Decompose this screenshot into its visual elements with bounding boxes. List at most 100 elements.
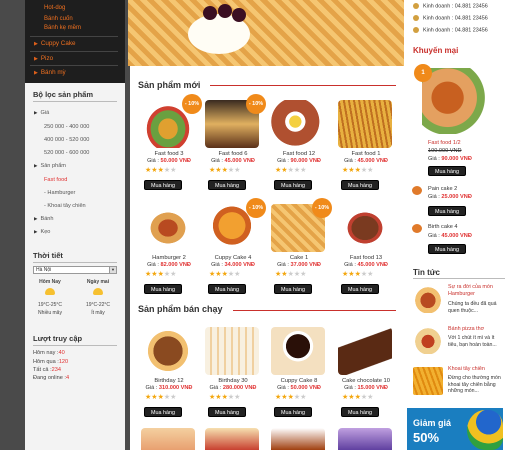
product-name[interactable]: Fast food 1 (335, 151, 397, 157)
product-name[interactable]: Cuppy Cake 8 (268, 378, 330, 384)
filter-price[interactable]: ▶ Giá (34, 110, 49, 116)
product-name[interactable]: Fast food 13 (335, 255, 397, 261)
chevron-down-icon[interactable]: ▼ (109, 267, 116, 273)
product-card[interactable]: Cake chocolate 10 Giá : 15.000 VNĐ ★★★★★ Mu… (335, 327, 397, 429)
product-card[interactable]: Fast food 1 Giá : 45.000 VNĐ ★★★★★ Mua hàng (335, 100, 397, 202)
menu-item-cuppy-cake[interactable]: ▶ Cuppy Cake (34, 40, 118, 47)
product-image[interactable] (338, 204, 392, 252)
menu-subitem-banh-cuon[interactable]: Bánh cuốn (44, 16, 73, 22)
news-image[interactable] (413, 326, 443, 354)
filter-price-range-3[interactable]: 520 000 - 600 000 (44, 150, 89, 156)
news-image[interactable] (413, 367, 443, 395)
promo-image[interactable] (422, 68, 486, 134)
product-card[interactable]: Fast food 12 Giá : 90.000 VNĐ ★★★★★ Mua hàn… (268, 100, 330, 202)
buy-button[interactable]: Mua hàng (428, 166, 466, 176)
star-icon[interactable]: ★ (367, 167, 373, 174)
product-image[interactable] (271, 100, 325, 148)
star-icon[interactable]: ★ (234, 167, 240, 174)
buy-button[interactable]: Mua hàng (428, 244, 466, 254)
buy-button[interactable]: Mua hàng (208, 407, 246, 417)
rating-stars[interactable]: ★★★★★ (342, 270, 373, 278)
rating-stars[interactable]: ★★★★★ (275, 393, 306, 401)
product-image[interactable] (271, 327, 325, 375)
star-icon[interactable]: ★ (300, 271, 306, 278)
news-image[interactable] (413, 285, 443, 313)
star-icon[interactable]: ★ (234, 394, 240, 401)
star-icon[interactable]: ★ (170, 167, 176, 174)
product-card[interactable]: - 10% Fast food 3 Giá : 50.000 VNĐ ★★★★★ Mua… (138, 94, 202, 202)
filter-category[interactable]: ▶ Sản phẩm (34, 163, 66, 169)
product-card[interactable]: Birthday 30 Giá : 280.000 VNĐ ★★★★★ Mua hàn… (202, 327, 264, 429)
menu-subitem-hotdog[interactable]: Hot-dog (44, 5, 65, 11)
buy-button[interactable]: Mua hàng (208, 284, 246, 294)
star-icon[interactable]: ★ (234, 271, 240, 278)
product-card[interactable]: Hamburger 2 Giá : 82.000 VNĐ ★★★★★ Mua hàng (138, 204, 200, 306)
product-image[interactable] (141, 204, 195, 252)
rating-stars[interactable]: ★★★★★ (209, 393, 240, 401)
rating-stars[interactable]: ★★★★★ (275, 166, 306, 174)
rating-stars[interactable]: ★★★★★ (275, 270, 306, 278)
product-name[interactable]: Hamburger 2 (138, 255, 200, 261)
buy-button[interactable]: Mua hàng (144, 407, 182, 417)
product-name[interactable]: Fast food 6 (202, 151, 264, 157)
city-select[interactable]: Hà Nội ▼ (33, 266, 117, 274)
product-card[interactable]: Cuppy Cake 8 Giá : 50.000 VNĐ ★★★★★ Mua hàn… (268, 327, 330, 429)
rating-stars[interactable]: ★★★★★ (342, 393, 373, 401)
product-card[interactable]: - 10% Fast food 6 Giá : 45.000 VNĐ ★★★★★ Mua… (202, 94, 266, 202)
star-icon[interactable]: ★ (170, 271, 176, 278)
product-card[interactable]: Birthday 12 Giá : 310.000 VNĐ ★★★★★ Mua hàn… (138, 327, 200, 429)
filter-category-hamburger[interactable]: - Hamburger (44, 190, 75, 196)
product-image[interactable] (141, 327, 195, 375)
star-icon[interactable]: ★ (300, 394, 306, 401)
rating-stars[interactable]: ★★★★★ (145, 270, 176, 278)
filter-category-fast-food[interactable]: Fast food (44, 177, 67, 183)
news-1-title[interactable]: Sự ra đời của món Hamburger (448, 284, 504, 297)
product-card[interactable]: - 10% Cuppy Cake 4 Giá : 34.000 VNĐ ★★★★★ Mu… (202, 198, 266, 306)
star-icon[interactable]: ★ (367, 271, 373, 278)
promo-item-2-name[interactable]: Pain cake 2 (428, 186, 457, 192)
product-name[interactable]: Cake 1 (268, 255, 330, 261)
buy-button[interactable]: Mua hàng (428, 206, 466, 216)
star-icon[interactable]: ★ (170, 394, 176, 401)
product-name[interactable]: Birthday 30 (202, 378, 264, 384)
news-2-title[interactable]: Bánh pizza thơ (448, 326, 504, 333)
filter-category-fries[interactable]: - Khoai tây chiên (44, 203, 86, 209)
rating-stars[interactable]: ★★★★★ (209, 270, 240, 278)
filter-keo[interactable]: ▶ Kẹo (34, 229, 50, 235)
product-image[interactable] (338, 327, 392, 375)
promo-item-3-name[interactable]: Birth cake 4 (428, 224, 458, 230)
filter-banh[interactable]: ▶ Bánh (34, 216, 54, 222)
product-name[interactable]: Birthday 12 (138, 378, 200, 384)
product-card[interactable]: Fast food 13 Giá : 45.000 VNĐ ★★★★★ Mua hàn… (335, 204, 397, 306)
sale-banner[interactable]: Giảm giá 50% (407, 408, 503, 450)
buy-button[interactable]: Mua hàng (274, 284, 312, 294)
product-name[interactable]: Fast food 12 (268, 151, 330, 157)
buy-button[interactable]: Mua hàng (144, 180, 182, 190)
product-image[interactable] (338, 100, 392, 148)
buy-button[interactable]: Mua hàng (274, 180, 312, 190)
buy-button[interactable]: Mua hàng (341, 180, 379, 190)
news-3-title[interactable]: Khoai tây chiên (448, 366, 504, 373)
rating-stars[interactable]: ★★★★★ (145, 393, 176, 401)
buy-button[interactable]: Mua hàng (341, 284, 379, 294)
filter-price-range-1[interactable]: 250 000 - 400 000 (44, 124, 89, 130)
product-card[interactable]: - 10% Cake 1 Giá : 37.000 VNĐ ★★★★★ Mua hàng (268, 198, 332, 306)
menu-item-pizo[interactable]: ▶ Pizo (34, 55, 118, 62)
buy-button[interactable]: Mua hàng (341, 407, 379, 417)
buy-button[interactable]: Mua hàng (274, 407, 312, 417)
buy-button[interactable]: Mua hàng (144, 284, 182, 294)
rating-stars[interactable]: ★★★★★ (209, 166, 240, 174)
product-name[interactable]: Fast food 3 (138, 151, 200, 157)
menu-item-banh-my[interactable]: ▶ Bánh mỳ (34, 69, 118, 76)
product-name[interactable]: Cuppy Cake 4 (202, 255, 264, 261)
promo-name[interactable]: Fast food 1/2 (428, 140, 461, 146)
buy-button[interactable]: Mua hàng (208, 180, 246, 190)
star-icon[interactable]: ★ (300, 167, 306, 174)
filter-price-range-2[interactable]: 400 000 - 520 000 (44, 137, 89, 143)
rating-stars[interactable]: ★★★★★ (145, 166, 176, 174)
product-image[interactable] (205, 327, 259, 375)
star-icon[interactable]: ★ (367, 394, 373, 401)
product-name[interactable]: Cake chocolate 10 (335, 378, 397, 384)
menu-subitem-banh-mem[interactable]: Bánh kẹ mềm (44, 25, 81, 31)
rating-stars[interactable]: ★★★★★ (342, 166, 373, 174)
